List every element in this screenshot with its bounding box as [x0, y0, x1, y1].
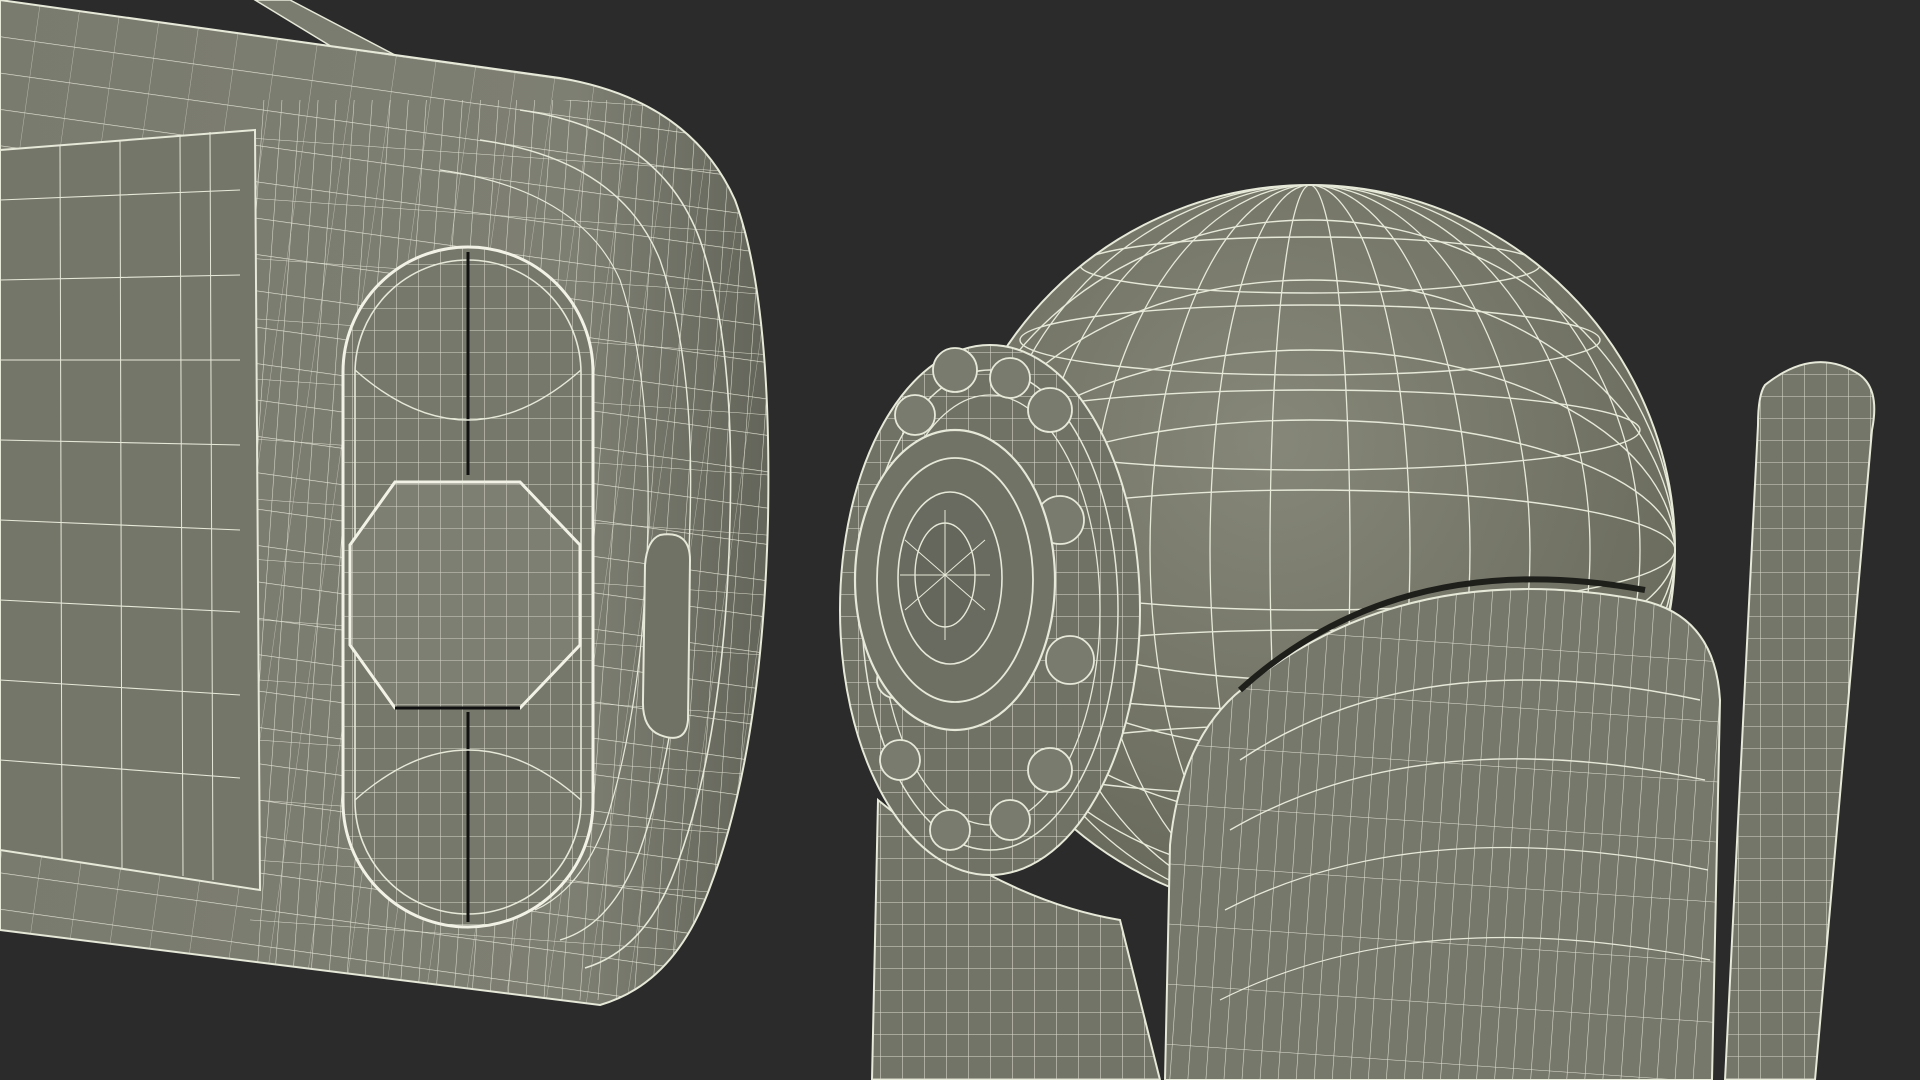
monitor-unit — [0, 0, 770, 1007]
monitor-screen — [0, 128, 262, 892]
monitor-side-slot — [641, 533, 692, 739]
monitor-center-button — [348, 480, 582, 710]
wireframe-render-scene — [0, 0, 1876, 1080]
monitor-control-buttons — [341, 245, 595, 929]
camera-unit — [839, 184, 1876, 1080]
camera-lens — [853, 428, 1057, 732]
